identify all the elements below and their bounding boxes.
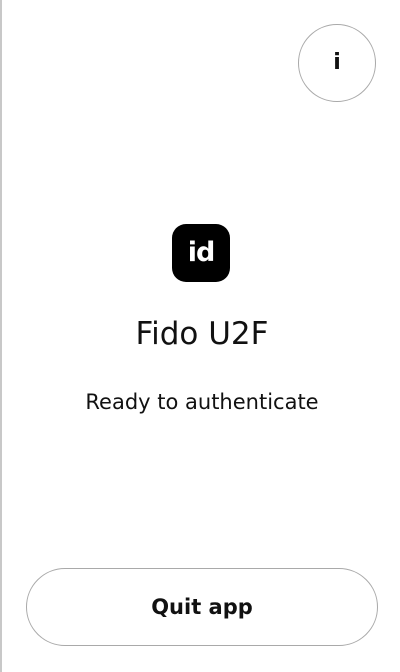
quit-app-label: Quit app bbox=[151, 595, 253, 619]
app-title: Fido U2F bbox=[135, 316, 269, 352]
status-message: Ready to authenticate bbox=[85, 390, 319, 414]
app-screen: i id Fido U2F Ready to authenticate Quit… bbox=[0, 0, 400, 672]
logo-text: id bbox=[187, 236, 216, 268]
info-icon: i bbox=[333, 50, 341, 75]
info-button[interactable]: i bbox=[298, 24, 376, 102]
quit-app-button[interactable]: Quit app bbox=[26, 568, 378, 646]
app-logo: id bbox=[172, 224, 230, 282]
